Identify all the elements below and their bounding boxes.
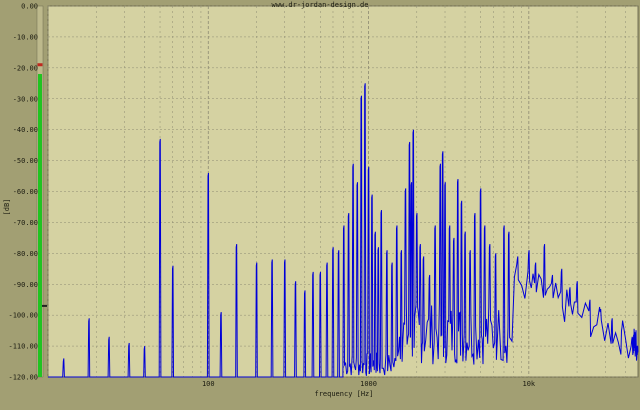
y-tick-label: -40.00 (13, 126, 38, 134)
y-tick-label: -50.00 (13, 157, 38, 165)
y-tick-label: -120.00 (8, 374, 38, 382)
y-axis-title: [dB] (3, 199, 11, 216)
y-tick-label: -110.00 (8, 343, 38, 351)
x-tick-label: 10k (522, 380, 535, 388)
y-tick-label: -90.00 (13, 281, 38, 289)
x-axis-ticks: 100 1000 10k (202, 380, 536, 388)
y-tick-label: -70.00 (13, 219, 38, 227)
spectrum-analyzer-window: 0.00 -10.00 -20.00 -30.00 -40.00 -50.00 -60.00… (3, 1, 639, 398)
y-tick-label: -80.00 (13, 250, 38, 258)
x-tick-label: 100 (202, 380, 215, 388)
y-tick-label: -30.00 (13, 95, 38, 103)
level-meter-min-marker (42, 304, 47, 307)
y-tick-label: -20.00 (13, 64, 38, 72)
level-meter-fill (38, 74, 42, 378)
x-axis-title: frequency [Hz] (314, 390, 373, 398)
y-axis-ticks: 0.00 -10.00 -20.00 -30.00 -40.00 -50.00 -60.00… (8, 3, 38, 382)
y-tick-label: -100.00 (8, 312, 38, 320)
y-tick-label: 0.00 (21, 3, 38, 11)
level-meter-peak-marker (37, 63, 43, 67)
watermark-title: www.dr-jordan-design.de (272, 1, 369, 9)
y-tick-label: -60.00 (13, 188, 38, 196)
x-tick-label: 1000 (360, 380, 377, 388)
level-meter (36, 5, 47, 378)
y-tick-label: -10.00 (13, 33, 38, 41)
